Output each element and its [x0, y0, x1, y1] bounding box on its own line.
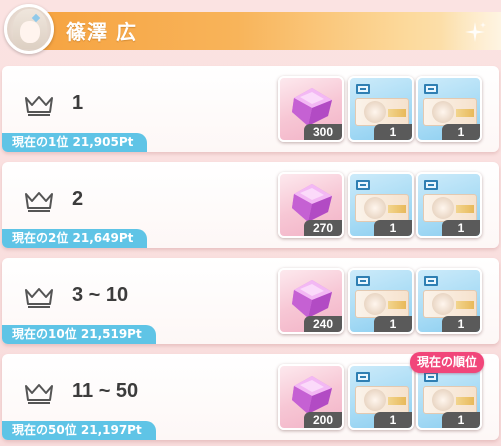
current-score-label: 現在の2位 21,649Pt	[2, 229, 148, 248]
reward-count: 1	[374, 124, 412, 140]
reward-ticket[interactable]: 1	[348, 76, 414, 142]
reward-row-rank-2: 2 現在の2位 21,649Pt 270 1 1	[2, 162, 499, 248]
reward-ticket[interactable]: 1	[416, 172, 482, 238]
reward-gem[interactable]: 270	[278, 172, 344, 238]
ticket-icon	[424, 180, 438, 190]
ticket-card-art	[423, 386, 477, 414]
current-score-label: 現在の10位 21,519Pt	[2, 325, 156, 344]
reward-count: 1	[374, 220, 412, 236]
reward-count: 1	[442, 412, 480, 428]
ticket-icon	[356, 372, 370, 382]
reward-count: 240	[304, 316, 342, 332]
reward-count: 1	[374, 316, 412, 332]
ticket-icon	[356, 84, 370, 94]
sparkle-icon	[465, 22, 486, 42]
reward-count: 270	[304, 220, 342, 236]
ticket-card-art	[423, 290, 477, 318]
ticket-icon	[356, 180, 370, 190]
reward-count: 1	[442, 124, 480, 140]
crown-icon	[25, 96, 53, 116]
character-name: 篠澤 広	[66, 20, 137, 44]
ticket-card-art	[355, 98, 409, 126]
reward-ticket[interactable]: 1	[416, 364, 482, 430]
reward-gem[interactable]: 300	[278, 76, 344, 142]
reward-count: 300	[304, 124, 342, 140]
current-score-label: 現在の1位 21,905Pt	[2, 133, 148, 152]
reward-ticket[interactable]: 1	[348, 364, 414, 430]
ticket-icon	[424, 372, 438, 382]
reward-ticket[interactable]: 1	[416, 76, 482, 142]
current-score-label: 現在の50位 21,197Pt	[2, 421, 156, 440]
reward-count: 1	[374, 412, 412, 428]
reward-count: 1	[442, 220, 480, 236]
crown-icon	[25, 384, 53, 404]
current-rank-badge: 現在の順位	[410, 352, 485, 373]
ticket-icon	[424, 276, 438, 286]
crown-icon	[25, 288, 53, 308]
rank-range: 3 ~ 10	[72, 284, 129, 306]
ticket-icon	[356, 276, 370, 286]
reward-row-rank-3-10: 3 ~ 10 現在の10位 21,519Pt 240 1 1	[2, 258, 499, 344]
reward-count: 200	[304, 412, 342, 428]
rank-range: 2	[72, 188, 84, 210]
character-avatar	[4, 4, 54, 54]
reward-ticket[interactable]: 1	[348, 268, 414, 334]
ticket-card-art	[355, 290, 409, 318]
rank-range: 1	[72, 92, 84, 114]
ticket-card-art	[355, 386, 409, 414]
reward-ticket[interactable]: 1	[416, 268, 482, 334]
crown-icon	[25, 192, 53, 212]
ticket-card-art	[355, 194, 409, 222]
reward-row-rank-1: 1 現在の1位 21,905Pt 300 1 1	[2, 66, 499, 152]
rank-range: 11 ~ 50	[72, 380, 139, 402]
character-header: 篠澤 広	[0, 0, 501, 58]
reward-gem[interactable]: 240	[278, 268, 344, 334]
reward-gem[interactable]: 200	[278, 364, 344, 430]
ticket-icon	[424, 84, 438, 94]
ticket-card-art	[423, 194, 477, 222]
reward-count: 1	[442, 316, 480, 332]
reward-ticket[interactable]: 1	[348, 172, 414, 238]
ticket-card-art	[423, 98, 477, 126]
